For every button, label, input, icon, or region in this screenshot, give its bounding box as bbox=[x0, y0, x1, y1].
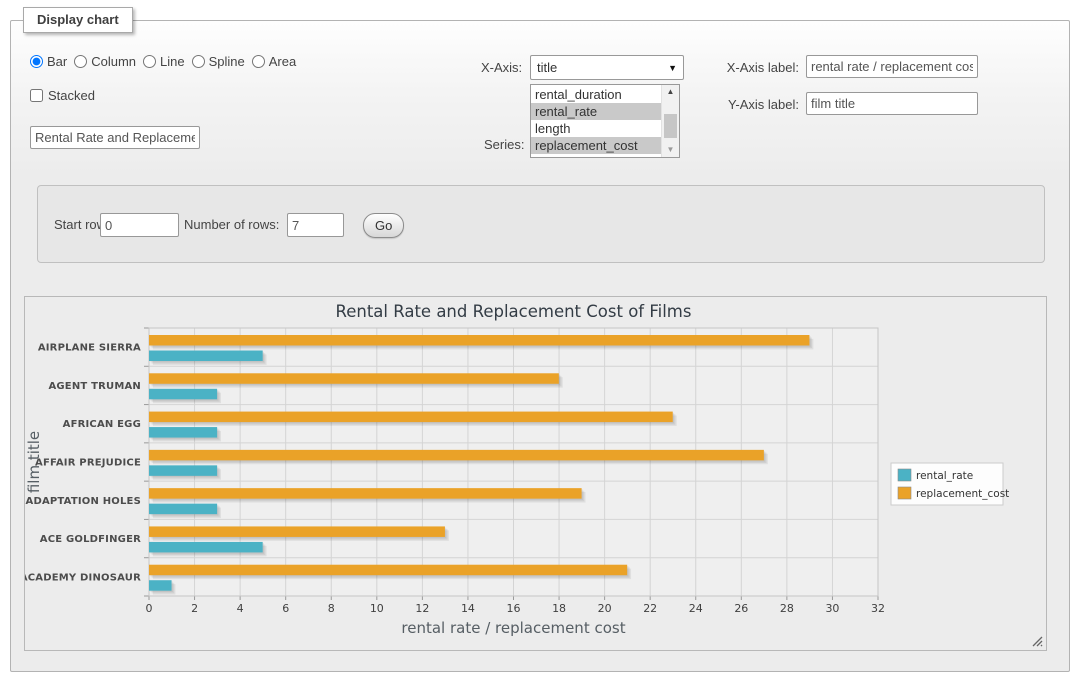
series-option-rental_rate[interactable]: rental_rate bbox=[531, 103, 661, 120]
legend-swatch-replacement_cost bbox=[898, 487, 911, 499]
chart-container: Rental Rate and Replacement Cost of Film… bbox=[24, 296, 1047, 651]
scroll-down-icon[interactable]: ▼ bbox=[662, 143, 679, 157]
chevron-down-icon: ▼ bbox=[668, 63, 677, 73]
bar-rental_rate-4 bbox=[149, 504, 217, 514]
svg-text:26: 26 bbox=[734, 602, 748, 615]
chart-type-column[interactable]: Column bbox=[74, 54, 136, 69]
svg-text:AIRPLANE SIERRA: AIRPLANE SIERRA bbox=[38, 343, 141, 354]
svg-text:16: 16 bbox=[507, 602, 521, 615]
svg-text:ACADEMY DINOSAUR: ACADEMY DINOSAUR bbox=[25, 572, 141, 583]
svg-text:22: 22 bbox=[643, 602, 657, 615]
series-multiselect[interactable]: rental_durationrental_ratelengthreplacem… bbox=[530, 84, 680, 158]
svg-text:AFRICAN EGG: AFRICAN EGG bbox=[63, 419, 141, 430]
page: Display chart Bar Column Line Spline Area St… bbox=[0, 0, 1081, 681]
svg-text:14: 14 bbox=[461, 602, 475, 615]
chart-type-radio-line[interactable] bbox=[143, 55, 156, 68]
series-option-replacement_cost[interactable]: replacement_cost bbox=[531, 137, 661, 154]
chart-type-spline[interactable]: Spline bbox=[192, 54, 245, 69]
row-range-panel: Start row: Number of rows: Go bbox=[37, 185, 1045, 263]
bar-rental_rate-5 bbox=[149, 542, 263, 553]
bar-replacement_cost-5 bbox=[149, 526, 445, 537]
series-scrollbar[interactable]: ▲ ▼ bbox=[661, 85, 679, 157]
svg-text:18: 18 bbox=[552, 602, 566, 615]
chart-canvas: Rental Rate and Replacement Cost of Film… bbox=[25, 297, 1046, 650]
start-row-input[interactable] bbox=[100, 213, 179, 237]
resize-grip-icon[interactable] bbox=[1032, 636, 1043, 647]
svg-text:ADAPTATION HOLES: ADAPTATION HOLES bbox=[26, 496, 142, 507]
svg-text:10: 10 bbox=[370, 602, 384, 615]
series-select-label: Series: bbox=[484, 137, 524, 152]
chart-type-label: Column bbox=[91, 54, 136, 69]
bar-rental_rate-0 bbox=[149, 351, 263, 362]
x-axis-label-field-label: X-Axis label: bbox=[723, 60, 799, 75]
series-option-rental_duration[interactable]: rental_duration bbox=[531, 86, 661, 103]
svg-text:AFFAIR PREJUDICE: AFFAIR PREJUDICE bbox=[35, 458, 141, 469]
chart-type-radio-area[interactable] bbox=[252, 55, 265, 68]
x-axis-selected-value: title bbox=[537, 60, 557, 75]
go-button[interactable]: Go bbox=[363, 213, 404, 238]
svg-text:0: 0 bbox=[146, 602, 153, 615]
fieldset-legend: Display chart bbox=[23, 7, 133, 33]
chart-type-label: Line bbox=[160, 54, 185, 69]
bar-rental_rate-2 bbox=[149, 427, 217, 438]
chart-x-ticks: 02468101214161820222426283032 bbox=[146, 602, 886, 615]
svg-text:30: 30 bbox=[825, 602, 839, 615]
bar-rental_rate-3 bbox=[149, 465, 217, 476]
stacked-checkbox-row[interactable]: Stacked bbox=[30, 88, 95, 103]
x-axis-title: rental rate / replacement cost bbox=[401, 619, 625, 637]
bar-rental_rate-6 bbox=[149, 580, 172, 591]
legend-label-replacement_cost: replacement_cost bbox=[916, 488, 1009, 500]
chart-type-label: Area bbox=[269, 54, 296, 69]
svg-text:32: 32 bbox=[871, 602, 885, 615]
chart-type-bar[interactable]: Bar bbox=[30, 54, 67, 69]
y-axis-label-input[interactable] bbox=[806, 92, 978, 115]
y-axis-label-field-label: Y-Axis label: bbox=[723, 97, 799, 112]
bar-replacement_cost-6 bbox=[149, 565, 627, 576]
svg-text:2: 2 bbox=[191, 602, 198, 615]
chart-type-radio-column[interactable] bbox=[74, 55, 87, 68]
svg-text:20: 20 bbox=[598, 602, 612, 615]
series-option-length[interactable]: length bbox=[531, 120, 661, 137]
x-axis-label-input[interactable] bbox=[806, 55, 978, 78]
y-axis-title: film title bbox=[25, 431, 43, 493]
svg-text:8: 8 bbox=[328, 602, 335, 615]
chart-legend: rental_rate replacement_cost bbox=[891, 463, 1009, 505]
legend-swatch-rental_rate bbox=[898, 469, 911, 481]
chart-type-area[interactable]: Area bbox=[252, 54, 296, 69]
bar-replacement_cost-4 bbox=[149, 488, 582, 499]
series-options: rental_durationrental_ratelengthreplacem… bbox=[531, 85, 661, 157]
x-axis-select-label: X-Axis: bbox=[481, 60, 522, 75]
scroll-up-icon[interactable]: ▲ bbox=[662, 85, 679, 99]
chart-title: Rental Rate and Replacement Cost of Film… bbox=[336, 302, 692, 321]
bar-replacement_cost-3 bbox=[149, 450, 764, 461]
svg-text:4: 4 bbox=[237, 602, 244, 615]
chart-title-input[interactable] bbox=[30, 126, 200, 149]
number-of-rows-input[interactable] bbox=[287, 213, 344, 237]
chart-type-line[interactable]: Line bbox=[143, 54, 185, 69]
chart-type-label: Bar bbox=[47, 54, 67, 69]
legend-label-rental_rate: rental_rate bbox=[916, 470, 973, 482]
number-of-rows-label: Number of rows: bbox=[184, 217, 279, 232]
chart-type-radio-group: Bar Column Line Spline Area bbox=[30, 54, 296, 69]
svg-text:12: 12 bbox=[415, 602, 429, 615]
chart-type-radio-spline[interactable] bbox=[192, 55, 205, 68]
bar-rental_rate-1 bbox=[149, 389, 217, 400]
bar-replacement_cost-2 bbox=[149, 412, 673, 423]
stacked-checkbox[interactable] bbox=[30, 89, 43, 102]
chart-type-label: Spline bbox=[209, 54, 245, 69]
bar-replacement_cost-0 bbox=[149, 335, 809, 346]
stacked-label: Stacked bbox=[48, 88, 95, 103]
x-axis-select[interactable]: title ▼ bbox=[530, 55, 684, 80]
bar-replacement_cost-1 bbox=[149, 373, 559, 384]
svg-text:28: 28 bbox=[780, 602, 794, 615]
svg-text:AGENT TRUMAN: AGENT TRUMAN bbox=[48, 381, 141, 392]
scrollbar-thumb[interactable] bbox=[664, 114, 677, 138]
svg-text:24: 24 bbox=[689, 602, 703, 615]
svg-text:ACE GOLDFINGER: ACE GOLDFINGER bbox=[40, 534, 141, 545]
chart-type-radio-bar[interactable] bbox=[30, 55, 43, 68]
svg-text:6: 6 bbox=[282, 602, 289, 615]
